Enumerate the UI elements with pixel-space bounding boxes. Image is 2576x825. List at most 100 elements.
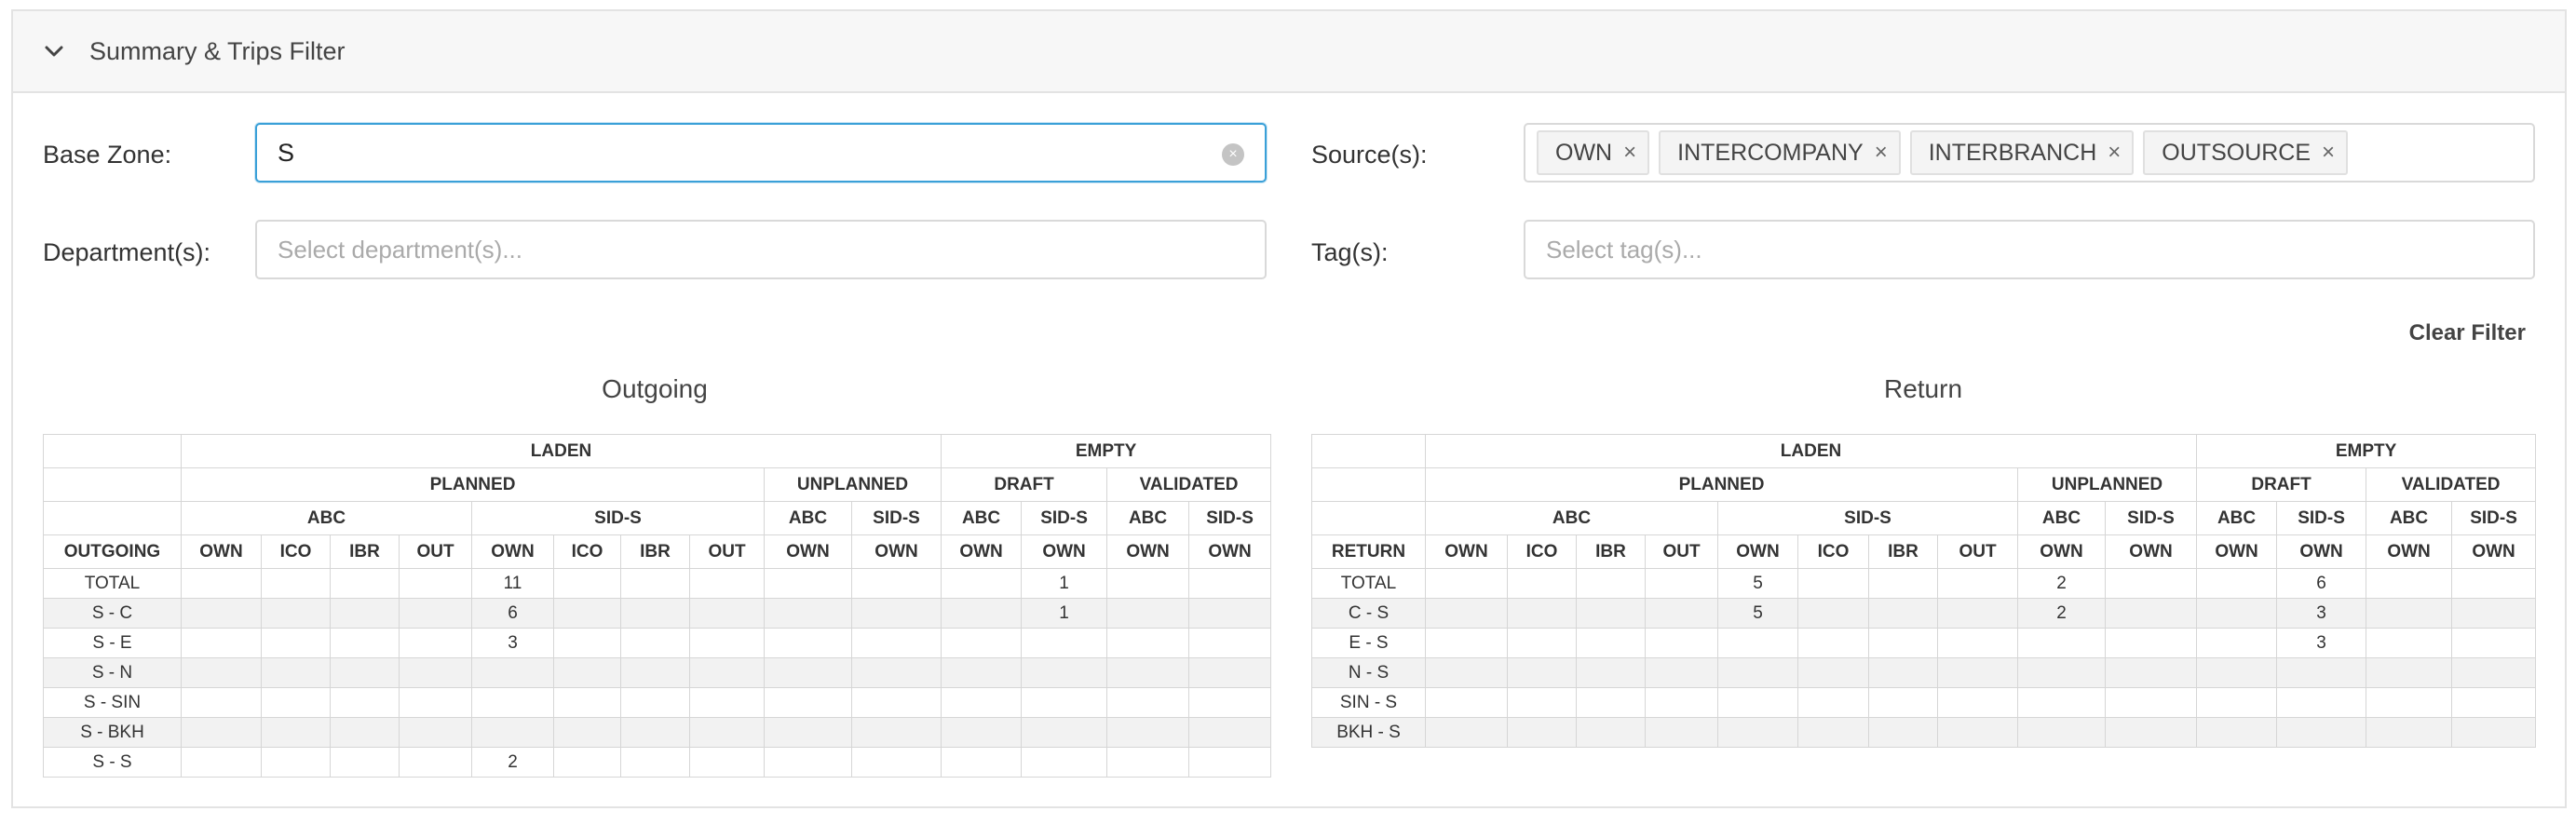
table-cell — [261, 628, 331, 658]
chevron-down-icon[interactable] — [41, 38, 67, 64]
table-cell — [620, 717, 690, 748]
outgoing-table: LADEN EMPTY PLANNED UNPLANNED DRAFT VALI… — [43, 434, 1272, 778]
table-cell — [1937, 717, 2018, 748]
table-cell — [2276, 717, 2367, 748]
table-cell — [1507, 598, 1577, 629]
table-cell — [1425, 717, 1508, 748]
table-cell — [1937, 568, 2018, 599]
table-cell — [1645, 657, 1718, 688]
table-cell — [1937, 628, 2018, 658]
remove-tag-icon[interactable]: × — [2108, 140, 2121, 166]
table-cell — [620, 747, 690, 778]
department-select[interactable]: Select department(s)... — [255, 220, 1267, 279]
table-cell — [764, 687, 852, 718]
table-cell — [2451, 598, 2537, 629]
planned-sids-header: SID-S — [471, 501, 765, 535]
table-cell — [1797, 598, 1869, 629]
remove-tag-icon[interactable]: × — [1875, 140, 1888, 166]
column-header: OWN — [1188, 534, 1272, 569]
header-row-2: PLANNED UNPLANNED DRAFT VALIDATED — [1311, 467, 2537, 502]
tags-select[interactable]: Select tag(s)... — [1524, 220, 2535, 279]
table-cell — [1106, 747, 1190, 778]
table-cell — [1868, 628, 1938, 658]
table-cell — [764, 747, 852, 778]
table-cell — [1425, 687, 1508, 718]
sources-select[interactable]: OWN × INTERCOMPANY × INTERBRANCH × OUTSOURCE × — [1524, 123, 2535, 183]
table-cell — [2196, 657, 2278, 688]
base-zone-label: Base Zone: — [43, 141, 172, 169]
table-cell — [850, 568, 942, 599]
column-header: OUT — [1937, 534, 2018, 569]
column-header: IBR — [620, 534, 690, 569]
table-cell — [1188, 598, 1272, 629]
clear-filter-button[interactable]: Clear Filter — [2409, 320, 2526, 346]
table-cell: 2 — [2017, 598, 2106, 629]
table-cell — [2366, 687, 2453, 718]
unplanned-abc-header: ABC — [764, 501, 852, 535]
panel-header[interactable]: Summary & Trips Filter — [13, 11, 2565, 93]
table-cell — [1937, 657, 2018, 688]
column-header: OWN — [1425, 534, 1508, 569]
row-label: SIN - S — [1311, 687, 1426, 718]
table-cell — [261, 657, 331, 688]
validated-sids-header: SID-S — [2451, 501, 2537, 535]
table-cell — [1425, 657, 1508, 688]
table-cell — [1507, 687, 1577, 718]
table-cell — [620, 657, 690, 688]
row-label: TOTAL — [1311, 568, 1426, 599]
column-header: ICO — [1507, 534, 1577, 569]
table-cell — [2104, 687, 2198, 718]
table-cell — [1576, 687, 1646, 718]
table-cell — [1937, 687, 2018, 718]
base-zone-input[interactable]: S × — [255, 123, 1267, 183]
unplanned-header: UNPLANNED — [763, 467, 942, 502]
table-cell — [1188, 628, 1272, 658]
table-cell — [1021, 717, 1108, 748]
table-row: S - E 3 — [43, 628, 1272, 658]
unplanned-sids-header: SID-S — [850, 501, 942, 535]
table-cell — [620, 628, 690, 658]
row-label: S - BKH — [43, 717, 182, 748]
department-label: Department(s): — [43, 238, 211, 266]
row-label: E - S — [1311, 628, 1426, 658]
column-header: IBR — [1868, 534, 1938, 569]
table-cell — [689, 717, 765, 748]
table-cell — [261, 687, 331, 718]
table-row: S - SIN — [43, 687, 1272, 718]
table-cell — [1188, 657, 1272, 688]
table-cell — [941, 717, 1023, 748]
clear-value-icon[interactable]: × — [1222, 143, 1244, 166]
table-cell — [181, 568, 262, 599]
column-header: ICO — [553, 534, 621, 569]
table-cell: 6 — [2276, 568, 2367, 599]
table-cell — [1868, 687, 1938, 718]
table-cell — [1507, 628, 1577, 658]
remove-tag-icon[interactable]: × — [2322, 140, 2335, 166]
table-cell — [689, 628, 765, 658]
table-cell: 6 — [471, 598, 554, 629]
table-cell — [689, 657, 765, 688]
table-cell — [941, 628, 1023, 658]
table-cell — [399, 717, 472, 748]
remove-tag-icon[interactable]: × — [1623, 140, 1636, 166]
draft-abc-header: ABC — [2196, 501, 2278, 535]
corner-cell — [43, 434, 182, 468]
table-cell — [941, 747, 1023, 778]
draft-sids-header: SID-S — [1021, 501, 1108, 535]
table-cell — [399, 628, 472, 658]
row-label: BKH - S — [1311, 717, 1426, 748]
table-cell — [2196, 687, 2278, 718]
table-cell — [2451, 717, 2537, 748]
table-cell — [1797, 657, 1869, 688]
column-header: IBR — [1576, 534, 1646, 569]
table-cell — [553, 628, 621, 658]
table-cell — [2017, 717, 2106, 748]
source-tag: OWN × — [1537, 130, 1650, 175]
table-cell — [1717, 687, 1798, 718]
table-cell — [1425, 568, 1508, 599]
table-cell — [1797, 568, 1869, 599]
column-header: OWN — [2451, 534, 2537, 569]
department-placeholder: Select department(s)... — [278, 235, 522, 264]
table-cell — [261, 568, 331, 599]
table-cell — [181, 717, 262, 748]
